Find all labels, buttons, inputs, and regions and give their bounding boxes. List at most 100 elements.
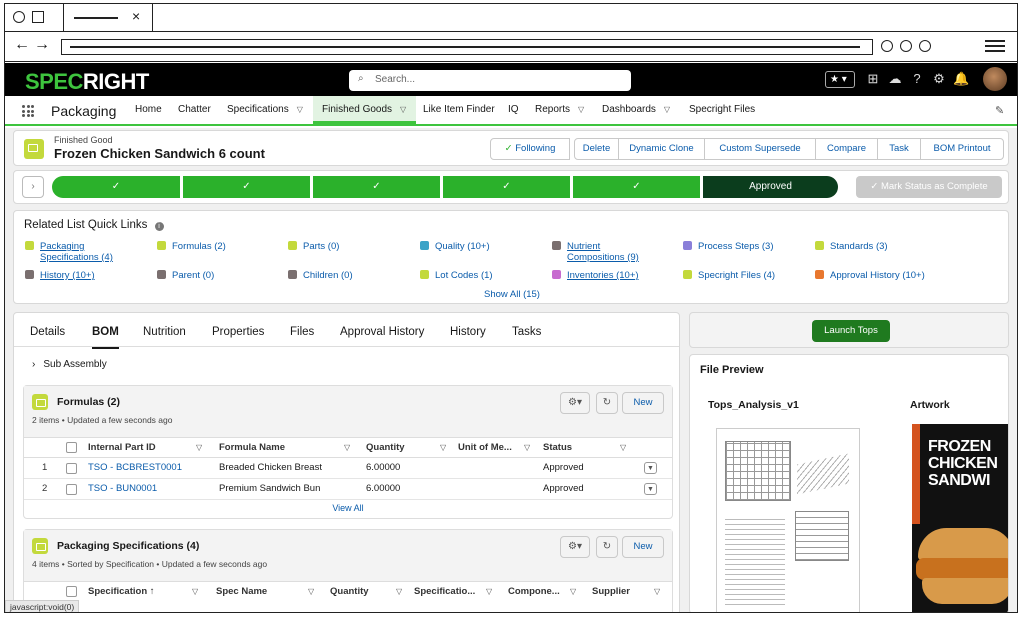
row-checkbox[interactable]: [66, 463, 77, 474]
back-arrow-icon[interactable]: ←: [14, 37, 30, 53]
bom-printout-button[interactable]: BOM Printout: [920, 138, 1004, 160]
path-step-1[interactable]: ✓: [52, 176, 180, 198]
quick-link-row1-1[interactable]: Formulas (2): [157, 241, 292, 252]
list-settings-gear-icon[interactable]: ⚙▾: [560, 536, 590, 558]
quick-link-row2-3[interactable]: Lot Codes (1): [420, 270, 555, 281]
quick-link-row2-6[interactable]: Approval History (10+): [815, 270, 950, 281]
table-row[interactable]: 2 TSO - BUN0001 Premium Sandwich Bun 6.0000…: [24, 479, 672, 500]
packaging-new-button[interactable]: New: [622, 536, 664, 558]
col-internal-part-id[interactable]: Internal Part ID: [88, 438, 156, 458]
formulas-new-button[interactable]: New: [622, 392, 664, 414]
quick-link-row2-0[interactable]: History (10+): [25, 270, 130, 281]
file-name-artwork[interactable]: Artwork: [910, 399, 950, 411]
col-quantity[interactable]: Quantity: [330, 582, 369, 602]
quick-link-row1-0[interactable]: Packaging Specifications (4): [25, 241, 130, 263]
tab-tasks[interactable]: Tasks: [512, 317, 541, 347]
col-specification-type[interactable]: Specificatio...: [414, 582, 484, 602]
select-all-checkbox[interactable]: [66, 586, 77, 597]
internal-part-id-link[interactable]: TSO - BUN0001: [88, 479, 157, 499]
path-step-approved[interactable]: Approved: [703, 176, 838, 198]
window-control-square-icon[interactable]: [32, 11, 44, 23]
tab-history[interactable]: History: [450, 317, 486, 347]
tab-bom[interactable]: BOM: [92, 317, 119, 349]
quick-link-row1-2[interactable]: Parts (0): [288, 241, 423, 252]
window-control-icon[interactable]: [13, 11, 25, 23]
edit-nav-pencil-icon[interactable]: ✎: [995, 104, 1004, 117]
col-supplier[interactable]: Supplier: [592, 582, 630, 602]
setup-gear-icon[interactable]: ⚙: [931, 71, 947, 87]
favorites-star-icon[interactable]: ★ ▾: [825, 71, 855, 88]
quick-link-row2-5[interactable]: Specright Files (4): [683, 270, 818, 281]
user-avatar[interactable]: [983, 67, 1007, 91]
browser-tab[interactable]: ×: [63, 4, 153, 32]
col-unit-of-measure[interactable]: Unit of Me...: [458, 438, 512, 458]
row-actions-dropdown-icon[interactable]: ▼: [644, 483, 657, 495]
tab-details[interactable]: Details: [30, 317, 65, 347]
extension-icon[interactable]: [900, 40, 912, 52]
col-status[interactable]: Status: [543, 438, 572, 458]
launch-tops-button[interactable]: Launch Tops: [812, 320, 890, 342]
col-specification[interactable]: Specification ↑: [88, 582, 155, 602]
nav-chatter[interactable]: Chatter: [178, 96, 211, 124]
quick-link-row2-1[interactable]: Parent (0): [157, 270, 292, 281]
close-tab-icon[interactable]: ×: [132, 9, 140, 23]
quick-link-row2-4[interactable]: Inventories (10+): [552, 270, 657, 281]
quick-link-row1-6[interactable]: Standards (3): [815, 241, 950, 252]
quick-link-row1-5[interactable]: Process Steps (3): [683, 241, 818, 252]
row-actions-dropdown-icon[interactable]: ▼: [644, 462, 657, 474]
row-checkbox[interactable]: [66, 484, 77, 495]
tops-analysis-thumbnail[interactable]: [716, 428, 860, 612]
global-actions-icon[interactable]: ⊞: [865, 71, 881, 87]
following-button[interactable]: ✓ Following: [490, 138, 570, 160]
formulas-view-all-link[interactable]: View All: [24, 500, 672, 516]
artwork-thumbnail[interactable]: FROZEN CHICKEN SANDWI: [912, 424, 1008, 612]
list-settings-gear-icon[interactable]: ⚙▾: [560, 392, 590, 414]
quick-link-row1-4[interactable]: Nutrient Compositions (9): [552, 241, 657, 263]
path-step-2[interactable]: ✓: [183, 176, 310, 198]
task-button[interactable]: Task: [877, 138, 921, 160]
nav-finished-goods[interactable]: Finished Goods ▽: [313, 96, 416, 124]
tab-nutrition[interactable]: Nutrition: [143, 317, 186, 347]
nav-dashboards[interactable]: Dashboards ▽: [602, 96, 670, 124]
show-all-link[interactable]: Show All (15): [484, 289, 540, 300]
path-toggle-chevron-icon[interactable]: ›: [22, 176, 44, 198]
app-launcher-icon[interactable]: [22, 105, 34, 117]
file-name-tops-analysis[interactable]: Tops_Analysis_v1: [708, 399, 799, 411]
nav-specright-files[interactable]: Specright Files: [689, 96, 755, 124]
col-formula-name[interactable]: Formula Name: [219, 438, 285, 458]
mark-status-complete-button[interactable]: ✓ Mark Status as Complete: [856, 176, 1002, 198]
refresh-icon[interactable]: ↻: [596, 392, 618, 414]
tab-properties[interactable]: Properties: [212, 317, 264, 347]
compare-button[interactable]: Compare: [815, 138, 878, 160]
trailhead-icon[interactable]: ☁: [887, 71, 903, 87]
custom-supersede-button[interactable]: Custom Supersede: [704, 138, 816, 160]
specright-logo[interactable]: SPECRIGHT: [25, 69, 149, 95]
dynamic-clone-button[interactable]: Dynamic Clone: [618, 138, 705, 160]
notifications-bell-icon[interactable]: 🔔: [953, 71, 969, 87]
global-search-input[interactable]: ⌕ Search...: [349, 70, 631, 91]
nav-reports[interactable]: Reports ▽: [535, 96, 584, 124]
path-step-5[interactable]: ✓: [573, 176, 700, 198]
internal-part-id-link[interactable]: TSO - BCBREST0001: [88, 458, 182, 478]
extension-icon[interactable]: [919, 40, 931, 52]
nav-like-item-finder[interactable]: Like Item Finder: [423, 96, 495, 124]
delete-button[interactable]: Delete: [574, 138, 619, 160]
nav-iq[interactable]: IQ: [508, 96, 519, 124]
url-field[interactable]: [61, 39, 873, 55]
extension-icon[interactable]: [881, 40, 893, 52]
quick-link-row2-2[interactable]: Children (0): [288, 270, 423, 281]
col-spec-name[interactable]: Spec Name: [216, 582, 267, 602]
table-row[interactable]: 1 TSO - BCBREST0001 Breaded Chicken Breast…: [24, 458, 672, 479]
quick-link-row1-3[interactable]: Quality (10+): [420, 241, 555, 252]
col-quantity[interactable]: Quantity: [366, 438, 405, 458]
forward-arrow-icon[interactable]: →: [34, 37, 50, 53]
select-all-checkbox[interactable]: [66, 442, 77, 453]
col-component[interactable]: Compone...: [508, 582, 564, 602]
help-icon[interactable]: ?: [909, 71, 925, 87]
nav-home[interactable]: Home: [135, 96, 162, 124]
packaging-specs-title[interactable]: Packaging Specifications (4): [57, 540, 199, 552]
tab-approval-history[interactable]: Approval History: [340, 317, 424, 347]
tab-files[interactable]: Files: [290, 317, 314, 347]
sub-assembly-toggle[interactable]: › Sub Assembly: [32, 359, 107, 370]
nav-specifications[interactable]: Specifications ▽: [227, 96, 303, 124]
